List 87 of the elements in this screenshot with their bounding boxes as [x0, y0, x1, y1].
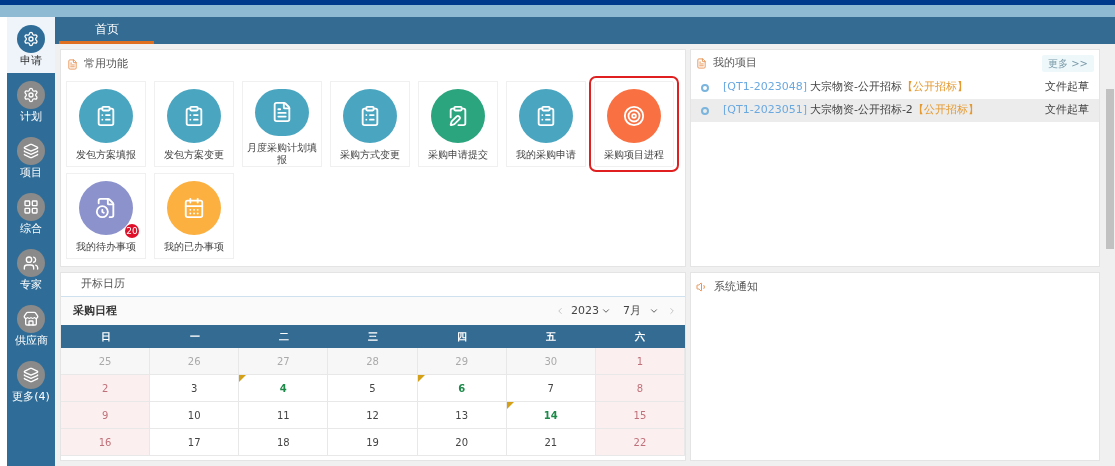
- caret-icon: [649, 306, 659, 316]
- tile-label: 发包方案填报: [75, 148, 137, 161]
- gear-icon: [23, 86, 39, 103]
- project-status: 文件起草: [1045, 102, 1089, 119]
- project-name: 大宗物资-公开招标: [809, 79, 902, 96]
- people-icon: [23, 254, 39, 271]
- function-tile[interactable]: 我的已办事项: [154, 172, 234, 259]
- calendar-day[interactable]: 14: [506, 402, 596, 429]
- sidebar-item[interactable]: 项目: [7, 129, 55, 185]
- calendar-day[interactable]: 19: [328, 429, 418, 456]
- calendar-day[interactable]: 5: [328, 375, 418, 402]
- weekday-header: 五: [545, 330, 558, 344]
- year-select[interactable]: 2023: [571, 302, 611, 320]
- calendar-day[interactable]: 11: [239, 402, 329, 429]
- weekday-header: 二: [277, 330, 290, 344]
- grid-icon: [23, 198, 39, 215]
- calendar-day[interactable]: 3: [150, 375, 240, 402]
- sidebar-item[interactable]: 供应商: [7, 297, 55, 353]
- project-status: 文件起草: [1045, 79, 1089, 96]
- weekday-header: 日: [99, 330, 112, 344]
- sidebar-item[interactable]: 计划: [7, 73, 55, 129]
- layers-icon: [23, 142, 39, 159]
- gear-icon: [23, 30, 39, 47]
- panel-title: 系统通知: [714, 279, 758, 295]
- prev-icon[interactable]: [555, 306, 565, 316]
- calendar-day[interactable]: 20: [417, 429, 507, 456]
- tile-label: 采购项目进程: [603, 148, 665, 161]
- function-tile[interactable]: 20 我的待办事项: [66, 172, 146, 259]
- tile-label: 月度采购计划填报: [246, 141, 318, 166]
- panel-title: 我的项目: [713, 55, 757, 72]
- tile-label: 我的采购申请: [515, 148, 577, 161]
- function-tile[interactable]: 发包方案填报: [66, 80, 146, 167]
- store-icon: [23, 310, 39, 327]
- target-icon: [623, 104, 645, 127]
- clipboard-icon: [95, 104, 117, 127]
- project-row[interactable]: [QT1-2023051] 大宗物资-公开招标-2【公开招标】 文件起草: [691, 99, 1099, 122]
- project-type: 【公开招标】: [912, 102, 979, 119]
- calendar-day[interactable]: 13: [417, 402, 507, 429]
- function-tile[interactable]: 采购申请提交: [418, 80, 498, 167]
- function-tile[interactable]: 我的采购申请: [506, 80, 586, 167]
- count-badge: 20: [125, 223, 139, 238]
- weekday-header: 四: [456, 330, 469, 344]
- panel-title: 常用功能: [84, 56, 128, 72]
- tile-label: 发包方案变更: [163, 148, 225, 161]
- project-code: [QT1-2023051]: [723, 102, 807, 119]
- sidebar-item[interactable]: 专家: [7, 241, 55, 297]
- sidebar-item[interactable]: 更多(4): [7, 353, 55, 409]
- next-icon[interactable]: [667, 306, 677, 316]
- calendar-day[interactable]: 6: [417, 375, 507, 402]
- calendar-title: 采购日程: [73, 302, 117, 319]
- weekday-header: 一: [188, 330, 201, 344]
- function-tile[interactable]: 发包方案变更: [154, 80, 234, 167]
- function-tile[interactable]: 采购方式变更: [330, 80, 410, 167]
- calendar-day[interactable]: 21: [506, 429, 596, 456]
- calendar-day[interactable]: 10: [150, 402, 240, 429]
- function-tile[interactable]: 月度采购计划填报: [242, 80, 322, 167]
- document-clock-icon: [95, 196, 117, 219]
- tile-label: 我的待办事项: [75, 240, 137, 253]
- project-type: 【公开招标】: [901, 79, 968, 96]
- tile-label: 我的已办事项: [163, 240, 225, 253]
- caret-icon: [601, 306, 611, 316]
- document-icon: [696, 58, 707, 69]
- weekday-header: 三: [367, 330, 379, 344]
- sidebar-item[interactable]: 综合: [7, 185, 55, 241]
- month-select[interactable]: 7月: [623, 302, 659, 320]
- document-icon: [67, 58, 78, 70]
- calendar-day[interactable]: 4: [239, 375, 329, 402]
- calendar-day[interactable]: 12: [328, 402, 418, 429]
- clipboard-pen-icon: [447, 104, 469, 127]
- layers-icon: [23, 366, 39, 383]
- clipboard-icon: [359, 104, 381, 127]
- project-name: 大宗物资-公开招标-2: [809, 102, 913, 119]
- tile-label: 采购方式变更: [339, 148, 401, 161]
- project-code: [QT1-2023048]: [723, 79, 807, 96]
- calendar-day[interactable]: 17: [150, 429, 240, 456]
- clipboard-icon: [535, 104, 557, 127]
- calendar-icon: [183, 196, 205, 219]
- document-icon: [271, 101, 293, 123]
- tab[interactable]: 首页: [59, 20, 154, 44]
- panel-title: 开标日历: [81, 276, 125, 293]
- sidebar-item[interactable]: 申请: [7, 17, 55, 73]
- weekday-header: 六: [634, 330, 647, 344]
- calendar-day[interactable]: 7: [506, 375, 596, 402]
- tile-label: 采购申请提交: [427, 148, 489, 161]
- calendar-day[interactable]: 18: [239, 429, 329, 456]
- speaker-icon: [696, 281, 708, 294]
- clipboard-icon: [183, 104, 205, 127]
